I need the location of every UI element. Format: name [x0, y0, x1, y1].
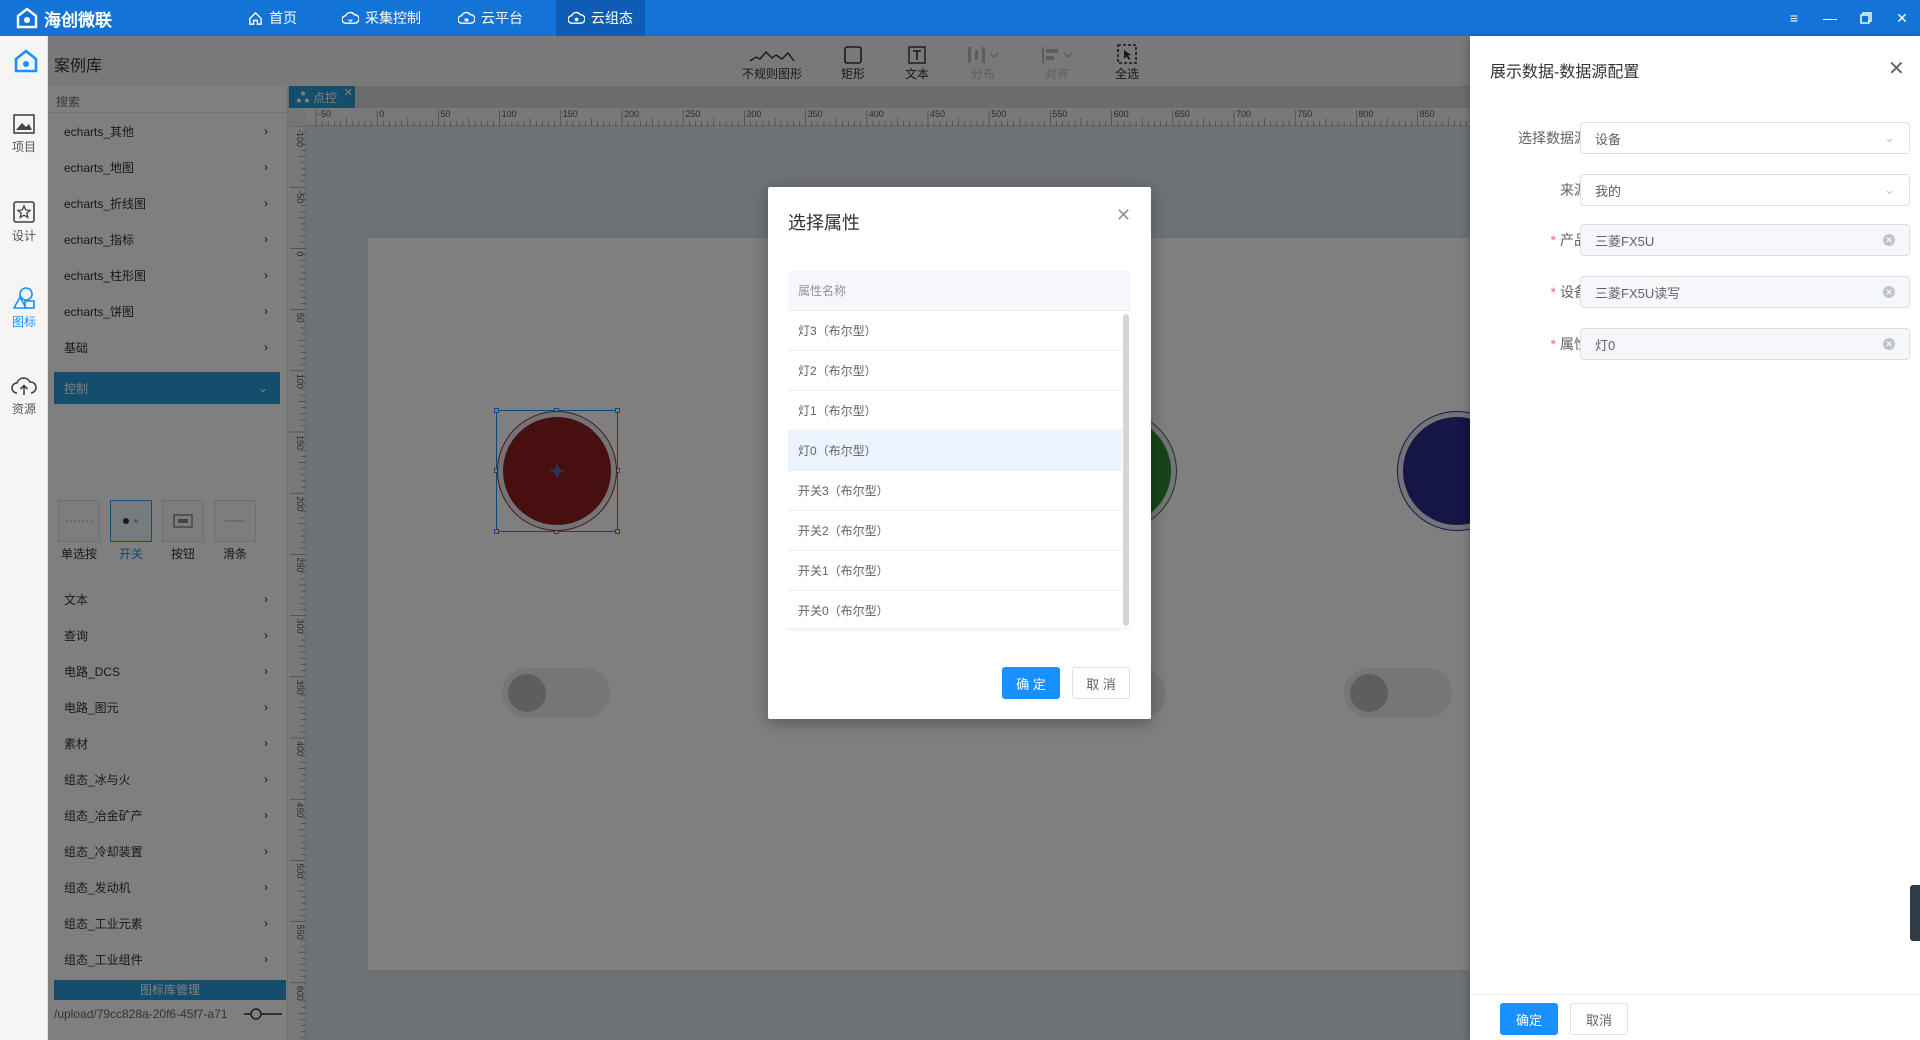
nav-collection-control[interactable]: 采集控制	[330, 0, 433, 36]
rail-item-project-label: 项目	[11, 140, 36, 154]
datasource-label: 选择数据源	[1486, 128, 1588, 148]
clear-icon[interactable]: ✕	[1883, 234, 1895, 246]
top-bar: 海创微联 首页 采集控制 云平台 云组态 ≡ — ✕	[0, 0, 1920, 36]
nav-cloud-platform[interactable]: 云平台	[446, 0, 535, 36]
table-row[interactable]: 开关2（布尔型）	[788, 511, 1122, 551]
menu-button[interactable]: ≡	[1776, 0, 1812, 36]
table-row[interactable]: 开关3（布尔型）	[788, 471, 1122, 511]
chevron-down-icon: ⌄	[1884, 182, 1895, 197]
menu-icon: ≡	[1789, 10, 1799, 26]
row-label: 灯3（布尔型）	[798, 324, 877, 338]
dialog-cancel-button[interactable]: 取 消	[1072, 667, 1130, 699]
column-header-attribute-name: 属性名称	[798, 284, 847, 298]
table-row-selected[interactable]: 灯0（布尔型）	[788, 431, 1122, 471]
required-mark: *	[1550, 284, 1556, 300]
datasource-config-panel: 展示数据-数据源配置 ✕ 选择数据源 设备 ⌄ 来源 我的 ⌄ * 产品 三菱FX5U…	[1470, 36, 1920, 1040]
table-row[interactable]: 开关1（布尔型）	[788, 551, 1122, 591]
nav-cloud-config-label: 云组态	[591, 10, 633, 26]
rail-item-resources-label: 资源	[11, 402, 36, 416]
config-panel-close-icon[interactable]: ✕	[1888, 56, 1905, 81]
row-label: 开关3（布尔型）	[798, 484, 889, 498]
restore-icon	[1860, 12, 1872, 24]
logo-icon	[16, 7, 38, 29]
nav-cloud-config[interactable]: 云组态	[556, 0, 645, 36]
device-field[interactable]: 三菱FX5U读写 ✕	[1580, 276, 1910, 308]
source-value: 我的	[1595, 183, 1622, 199]
app-logo[interactable]: 海创微联	[16, 6, 112, 30]
chevron-down-icon: ⌄	[1884, 130, 1895, 145]
source-select[interactable]: 我的 ⌄	[1580, 174, 1910, 206]
rail-item-design[interactable]: 设计	[0, 192, 48, 252]
cloud-sync-icon	[342, 11, 359, 24]
row-label: 开关0（布尔型）	[798, 604, 889, 618]
cloud-upload-icon	[11, 377, 37, 395]
table-row[interactable]: 灯2（布尔型）	[788, 351, 1122, 391]
nav-home-label: 首页	[269, 10, 297, 26]
device-label: * 设备	[1486, 282, 1588, 302]
modal-overlay[interactable]	[48, 36, 1472, 1040]
cloud-platform-icon	[458, 11, 475, 24]
minimize-icon: —	[1823, 10, 1837, 26]
dialog-title: 选择属性	[788, 213, 860, 233]
dialog-close-icon[interactable]: ✕	[1116, 205, 1131, 226]
row-label: 灯1（布尔型）	[798, 404, 877, 418]
rail-item-project[interactable]: 项目	[0, 104, 48, 164]
source-label: 来源	[1486, 180, 1588, 200]
edge-widget[interactable]	[1910, 885, 1920, 941]
table-row[interactable]: 灯1（布尔型）	[788, 391, 1122, 431]
home-icon	[249, 11, 262, 25]
table-scrollbar[interactable]	[1123, 314, 1129, 626]
select-attribute-dialog: 选择属性 ✕ 属性名称 灯3（布尔型） 灯2（布尔型） 灯1（布尔型） 灯0（布…	[768, 187, 1151, 719]
attribute-value: 灯0	[1595, 337, 1616, 353]
side-rail: 项目 设计 图标 资源	[0, 36, 48, 1040]
table-row[interactable]: 开关0（布尔型）	[788, 591, 1122, 631]
row-label: 开关2（布尔型）	[798, 524, 889, 538]
rail-item-icons[interactable]: 图标	[0, 278, 48, 338]
restore-button[interactable]	[1848, 0, 1884, 36]
rail-item-icons-label: 图标	[11, 315, 36, 329]
library-logo-icon	[14, 49, 38, 73]
table-row[interactable]: 灯3（布尔型）	[788, 311, 1122, 351]
datasource-select[interactable]: 设备 ⌄	[1580, 122, 1910, 154]
nav-cloud-platform-label: 云平台	[481, 10, 523, 26]
row-label: 灯0（布尔型）	[798, 444, 877, 458]
attribute-label: * 属性	[1486, 334, 1588, 354]
datasource-label-text: 选择数据源	[1518, 130, 1588, 146]
image-icon	[13, 114, 35, 134]
clear-icon[interactable]: ✕	[1883, 286, 1895, 298]
product-label: * 产品	[1486, 230, 1588, 250]
star-frame-icon	[13, 201, 35, 223]
device-value: 三菱FX5U读写	[1595, 285, 1681, 301]
minimize-button[interactable]: —	[1812, 0, 1848, 36]
config-panel-title: 展示数据-数据源配置	[1490, 64, 1640, 81]
table-header: 属性名称	[788, 271, 1131, 311]
row-label: 灯2（布尔型）	[798, 364, 877, 378]
config-confirm-button[interactable]: 确定	[1500, 1003, 1558, 1035]
nav-collection-control-label: 采集控制	[365, 10, 421, 26]
nav-home[interactable]: 首页	[236, 0, 309, 36]
product-value: 三菱FX5U	[1595, 233, 1655, 249]
close-window-button[interactable]: ✕	[1884, 0, 1920, 36]
close-icon: ✕	[1896, 9, 1908, 26]
attribute-field[interactable]: 灯0 ✕	[1580, 328, 1910, 360]
clear-icon[interactable]: ✕	[1883, 338, 1895, 350]
shapes-icon	[12, 287, 35, 309]
config-cancel-button[interactable]: 取消	[1570, 1003, 1628, 1035]
dialog-confirm-button[interactable]: 确 定	[1002, 667, 1060, 699]
datasource-value: 设备	[1595, 131, 1622, 147]
attribute-table: 属性名称 灯3（布尔型） 灯2（布尔型） 灯1（布尔型） 灯0（布尔型） 开关3…	[788, 271, 1131, 631]
rail-item-resources[interactable]: 资源	[0, 366, 48, 426]
row-label: 开关1（布尔型）	[798, 564, 889, 578]
config-panel-footer: 确定 取消	[1470, 994, 1920, 1040]
required-mark: *	[1550, 336, 1556, 352]
required-mark: *	[1550, 232, 1556, 248]
cloud-config-icon	[568, 11, 585, 24]
rail-item-design-label: 设计	[11, 229, 36, 243]
app-name: 海创微联	[44, 10, 112, 30]
product-field[interactable]: 三菱FX5U ✕	[1580, 224, 1910, 256]
